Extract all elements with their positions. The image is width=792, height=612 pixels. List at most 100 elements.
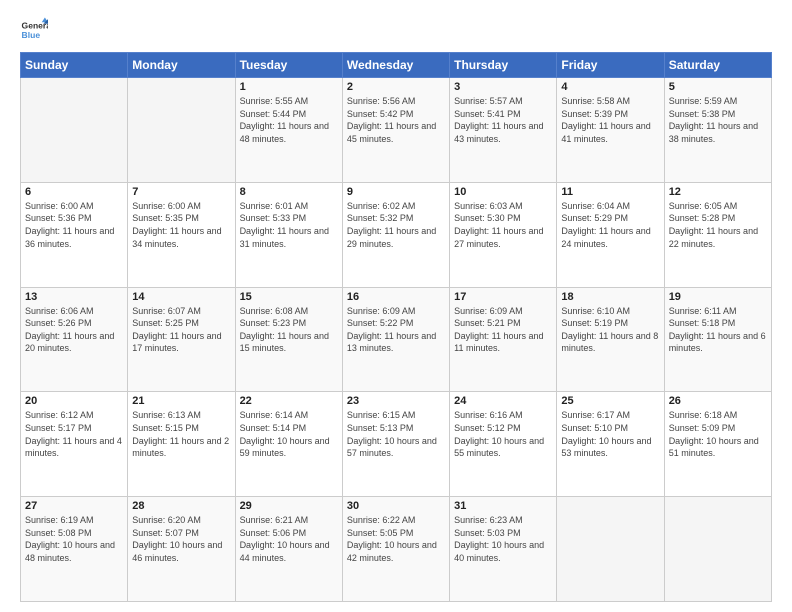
cell-content-line: Sunset: 5:42 PM — [347, 108, 445, 121]
cell-content-line: Sunset: 5:06 PM — [240, 527, 338, 540]
day-number: 5 — [669, 81, 767, 93]
cell-content-line: Sunset: 5:29 PM — [561, 212, 659, 225]
day-number: 19 — [669, 291, 767, 303]
cell-content-line: Sunrise: 6:07 AM — [132, 305, 230, 318]
cell-content-line: Sunrise: 6:20 AM — [132, 514, 230, 527]
cell-content-line: Daylight: 11 hours and 13 minutes. — [347, 330, 445, 355]
cell-content-line: Daylight: 10 hours and 40 minutes. — [454, 539, 552, 564]
cell-content-line: Sunrise: 6:19 AM — [25, 514, 123, 527]
cell-content-line: Sunrise: 5:55 AM — [240, 95, 338, 108]
cell-content-line: Sunset: 5:28 PM — [669, 212, 767, 225]
cell-content-line: Sunset: 5:18 PM — [669, 317, 767, 330]
cell-content-line: Sunset: 5:17 PM — [25, 422, 123, 435]
cell-content-line: Daylight: 11 hours and 34 minutes. — [132, 225, 230, 250]
cell-content-line: Sunrise: 6:04 AM — [561, 200, 659, 213]
calendar-day-2: 2Sunrise: 5:56 AMSunset: 5:42 PMDaylight… — [342, 78, 449, 183]
cell-content-line: Sunrise: 6:22 AM — [347, 514, 445, 527]
cell-content-line: Sunset: 5:44 PM — [240, 108, 338, 121]
cell-content-line: Daylight: 11 hours and 11 minutes. — [454, 330, 552, 355]
cell-content-line: Sunrise: 6:00 AM — [132, 200, 230, 213]
day-number: 16 — [347, 291, 445, 303]
cell-content-line: Sunrise: 6:09 AM — [454, 305, 552, 318]
empty-cell — [557, 497, 664, 602]
cell-content-line: Sunrise: 5:59 AM — [669, 95, 767, 108]
empty-cell — [664, 497, 771, 602]
cell-content-line: Daylight: 11 hours and 22 minutes. — [669, 225, 767, 250]
cell-content-line: Sunset: 5:36 PM — [25, 212, 123, 225]
cell-content-line: Sunrise: 6:16 AM — [454, 409, 552, 422]
calendar-day-13: 13Sunrise: 6:06 AMSunset: 5:26 PMDayligh… — [21, 287, 128, 392]
cell-content-line: Daylight: 10 hours and 48 minutes. — [25, 539, 123, 564]
cell-content-line: Sunrise: 6:01 AM — [240, 200, 338, 213]
cell-content-line: Sunrise: 5:57 AM — [454, 95, 552, 108]
cell-content-line: Sunrise: 6:00 AM — [25, 200, 123, 213]
calendar-day-14: 14Sunrise: 6:07 AMSunset: 5:25 PMDayligh… — [128, 287, 235, 392]
cell-content-line: Daylight: 11 hours and 6 minutes. — [669, 330, 767, 355]
cell-content-line: Sunrise: 5:58 AM — [561, 95, 659, 108]
calendar-day-18: 18Sunrise: 6:10 AMSunset: 5:19 PMDayligh… — [557, 287, 664, 392]
cell-content-line: Sunset: 5:21 PM — [454, 317, 552, 330]
day-number: 22 — [240, 395, 338, 407]
cell-content-line: Sunrise: 6:13 AM — [132, 409, 230, 422]
cell-content-line: Sunset: 5:26 PM — [25, 317, 123, 330]
cell-content-line: Sunset: 5:15 PM — [132, 422, 230, 435]
calendar-day-15: 15Sunrise: 6:08 AMSunset: 5:23 PMDayligh… — [235, 287, 342, 392]
calendar-week-5: 27Sunrise: 6:19 AMSunset: 5:08 PMDayligh… — [21, 497, 772, 602]
cell-content-line: Daylight: 11 hours and 20 minutes. — [25, 330, 123, 355]
day-number: 24 — [454, 395, 552, 407]
calendar-day-7: 7Sunrise: 6:00 AMSunset: 5:35 PMDaylight… — [128, 182, 235, 287]
calendar-day-24: 24Sunrise: 6:16 AMSunset: 5:12 PMDayligh… — [450, 392, 557, 497]
day-number: 29 — [240, 500, 338, 512]
cell-content-line: Sunset: 5:10 PM — [561, 422, 659, 435]
calendar-day-16: 16 Sunrise: 6:09 AMSunset: 5:22 PMDayligh… — [342, 287, 449, 392]
cell-content-line: Sunrise: 6:09 AM — [347, 305, 445, 318]
calendar-day-20: 20 Sunrise: 6:12 AMSunset: 5:17 PMDayligh… — [21, 392, 128, 497]
cell-content-line: Daylight: 10 hours and 59 minutes. — [240, 435, 338, 460]
day-number: 26 — [669, 395, 767, 407]
cell-content-line: Sunrise: 6:23 AM — [454, 514, 552, 527]
calendar-day-4: 4Sunrise: 5:58 AMSunset: 5:39 PMDaylight… — [557, 78, 664, 183]
calendar-day-27: 27Sunrise: 6:19 AMSunset: 5:08 PMDayligh… — [21, 497, 128, 602]
calendar-day-5: 5Sunrise: 5:59 AMSunset: 5:38 PMDaylight… — [664, 78, 771, 183]
cell-content-line: Sunset: 5:14 PM — [240, 422, 338, 435]
cell-content-line: Daylight: 11 hours and 43 minutes. — [454, 120, 552, 145]
calendar-week-2: 6Sunrise: 6:00 AMSunset: 5:36 PMDaylight… — [21, 182, 772, 287]
day-number: 15 — [240, 291, 338, 303]
cell-content-line: Daylight: 11 hours and 41 minutes. — [561, 120, 659, 145]
day-number: 4 — [561, 81, 659, 93]
day-number: 31 — [454, 500, 552, 512]
day-number: 27 — [25, 500, 123, 512]
calendar-day-29: 29Sunrise: 6:21 AMSunset: 5:06 PMDayligh… — [235, 497, 342, 602]
calendar-day-17: 17Sunrise: 6:09 AMSunset: 5:21 PMDayligh… — [450, 287, 557, 392]
day-number: 3 — [454, 81, 552, 93]
cell-content-line: Daylight: 11 hours and 4 minutes. — [25, 435, 123, 460]
calendar-day-19: 19Sunrise: 6:11 AMSunset: 5:18 PMDayligh… — [664, 287, 771, 392]
cell-content-line: Sunset: 5:35 PM — [132, 212, 230, 225]
cell-content-line: Sunrise: 6:12 AM — [25, 409, 123, 422]
cell-content-line: Sunset: 5:22 PM — [347, 317, 445, 330]
day-number: 23 — [347, 395, 445, 407]
calendar-day-23: 23Sunrise: 6:15 AMSunset: 5:13 PMDayligh… — [342, 392, 449, 497]
day-number: 28 — [132, 500, 230, 512]
cell-content-line: Daylight: 11 hours and 2 minutes. — [132, 435, 230, 460]
cell-content-line: Sunset: 5:33 PM — [240, 212, 338, 225]
calendar-day-25: 25Sunrise: 6:17 AMSunset: 5:10 PMDayligh… — [557, 392, 664, 497]
cell-content-line: Daylight: 11 hours and 36 minutes. — [25, 225, 123, 250]
calendar-day-30: 30Sunrise: 6:22 AMSunset: 5:05 PMDayligh… — [342, 497, 449, 602]
calendar-day-6: 6Sunrise: 6:00 AMSunset: 5:36 PMDaylight… — [21, 182, 128, 287]
calendar-table: SundayMondayTuesdayWednesdayThursdayFrid… — [20, 52, 772, 602]
cell-content-line: Sunrise: 6:02 AM — [347, 200, 445, 213]
cell-content-line: Sunrise: 6:08 AM — [240, 305, 338, 318]
calendar-day-26: 26Sunrise: 6:18 AMSunset: 5:09 PMDayligh… — [664, 392, 771, 497]
cell-content-line: Daylight: 10 hours and 42 minutes. — [347, 539, 445, 564]
cell-content-line: Daylight: 10 hours and 44 minutes. — [240, 539, 338, 564]
empty-cell — [21, 78, 128, 183]
day-number: 20 — [25, 395, 123, 407]
calendar-day-12: 12Sunrise: 6:05 AMSunset: 5:28 PMDayligh… — [664, 182, 771, 287]
calendar-day-1: 1Sunrise: 5:55 AMSunset: 5:44 PMDaylight… — [235, 78, 342, 183]
cell-content-line: Sunrise: 6:10 AM — [561, 305, 659, 318]
cell-content-line: Sunset: 5:05 PM — [347, 527, 445, 540]
col-header-sunday: Sunday — [21, 53, 128, 78]
calendar-day-11: 11Sunrise: 6:04 AMSunset: 5:29 PMDayligh… — [557, 182, 664, 287]
cell-content-line: Daylight: 10 hours and 53 minutes. — [561, 435, 659, 460]
